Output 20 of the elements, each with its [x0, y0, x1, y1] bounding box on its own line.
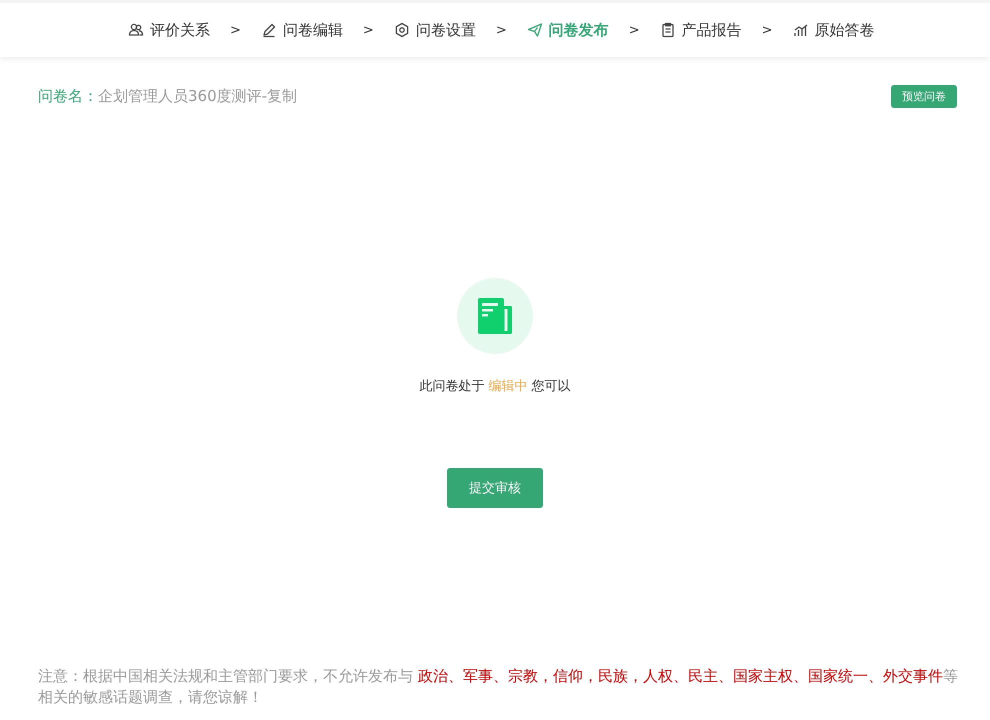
chevron-separator: > [496, 22, 507, 38]
clipboard-icon [660, 22, 676, 38]
chevron-separator: > [230, 22, 241, 38]
step-tab[interactable]: 评价关系 [128, 20, 210, 40]
chevron-separator: > [762, 22, 773, 38]
survey-name: 问卷名：企划管理人员360度测评-复制 [38, 87, 298, 106]
hexagon-icon [394, 22, 410, 38]
paper-plane-icon [526, 22, 543, 38]
bar-chart-icon [792, 22, 809, 38]
step-tab[interactable]: 产品报告 [660, 20, 742, 40]
chevron-separator: > [362, 22, 374, 38]
step-tab[interactable]: 原始答卷 [792, 20, 875, 40]
notice-text: 注意：根据中国相关法规和主管部门要求，不允许发布与 政治、军事、宗教，信仰，民族，人权、民主、国家主权、国家统一、外交事件等相关的敏感话题调查，请您谅解！ [37, 666, 959, 708]
step-tab[interactable]: 问卷编辑 [260, 20, 343, 40]
people-icon [128, 22, 144, 38]
step-tab[interactable]: 问卷设置 [394, 20, 476, 40]
document-icon [477, 297, 513, 335]
chevron-separator: > [628, 22, 640, 38]
status-message: 此问卷处于 编辑中 您可以 [419, 378, 571, 395]
pencil-icon [260, 22, 277, 38]
